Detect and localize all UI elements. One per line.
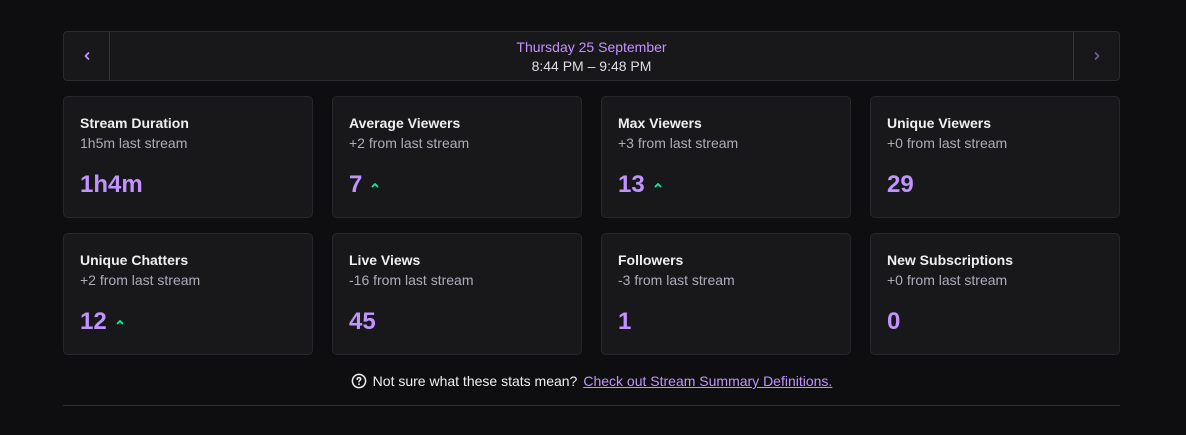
stats-grid: Stream Duration 1h5m last stream 1h4m Av…	[63, 96, 1120, 355]
trend-up-icon	[654, 183, 662, 188]
question-circle-icon	[351, 373, 367, 389]
stat-comparison: +2 from last stream	[349, 135, 470, 151]
stat-title: New Subscriptions	[887, 252, 1014, 268]
stat-value: 7	[349, 171, 363, 198]
stream-summary: Thursday 25 September 8:44 PM – 9:48 PM …	[63, 31, 1120, 406]
stat-card-average-viewers: Average Viewers +2 from last stream 7	[332, 96, 582, 218]
stat-value: 1	[618, 308, 632, 335]
stat-card-new-subscriptions: New Subscriptions +0 from last stream 0	[870, 233, 1120, 355]
stat-title: Average Viewers	[349, 115, 461, 131]
stat-comparison: +0 from last stream	[887, 272, 1008, 288]
next-stream-button[interactable]	[1073, 32, 1119, 80]
stat-comparison: 1h5m last stream	[80, 135, 188, 151]
stat-title: Unique Chatters	[80, 252, 189, 268]
stat-card-followers: Followers -3 from last stream 1	[601, 233, 851, 355]
divider	[63, 405, 1120, 406]
previous-stream-button[interactable]	[64, 32, 110, 80]
stream-time-range: 8:44 PM – 9:48 PM	[531, 57, 652, 74]
stat-comparison: +2 from last stream	[80, 272, 201, 288]
stat-value: 13	[618, 171, 645, 198]
stat-card-unique-viewers: Unique Viewers +0 from last stream 29	[870, 96, 1120, 218]
stat-title: Live Views	[349, 252, 421, 268]
stat-value: 0	[887, 308, 901, 335]
stat-comparison: -16 from last stream	[349, 272, 474, 288]
stat-value: 29	[887, 171, 914, 198]
stat-value: 12	[80, 308, 107, 335]
stat-title: Max Viewers	[618, 115, 702, 131]
stat-comparison: +0 from last stream	[887, 135, 1008, 151]
stat-title: Followers	[618, 252, 684, 268]
stat-comparison: +3 from last stream	[618, 135, 739, 151]
chevron-left-icon	[84, 52, 89, 60]
stream-summary-definitions-link[interactable]: Check out Stream Summary Definitions.	[583, 373, 832, 389]
stat-card-live-views: Live Views -16 from last stream 45	[332, 233, 582, 355]
stat-title: Stream Duration	[80, 115, 189, 131]
stats-help: Not sure what these stats mean? Check ou…	[63, 373, 1120, 389]
stat-title: Unique Viewers	[887, 115, 992, 131]
date-navigator: Thursday 25 September 8:44 PM – 9:48 PM	[63, 31, 1120, 81]
chevron-right-icon	[1094, 52, 1099, 60]
help-text: Not sure what these stats mean?	[372, 373, 578, 389]
stream-date: Thursday 25 September	[516, 38, 667, 55]
stream-date-range: Thursday 25 September 8:44 PM – 9:48 PM	[110, 32, 1073, 80]
stat-card-stream-duration: Stream Duration 1h5m last stream 1h4m	[63, 96, 313, 218]
trend-up-icon	[371, 183, 379, 188]
stat-value: 45	[349, 308, 376, 335]
stat-card-unique-chatters: Unique Chatters +2 from last stream 12	[63, 233, 313, 355]
stat-value: 1h4m	[80, 171, 143, 198]
stat-card-max-viewers: Max Viewers +3 from last stream 13	[601, 96, 851, 218]
stat-comparison: -3 from last stream	[618, 272, 735, 288]
trend-up-icon	[116, 320, 124, 325]
